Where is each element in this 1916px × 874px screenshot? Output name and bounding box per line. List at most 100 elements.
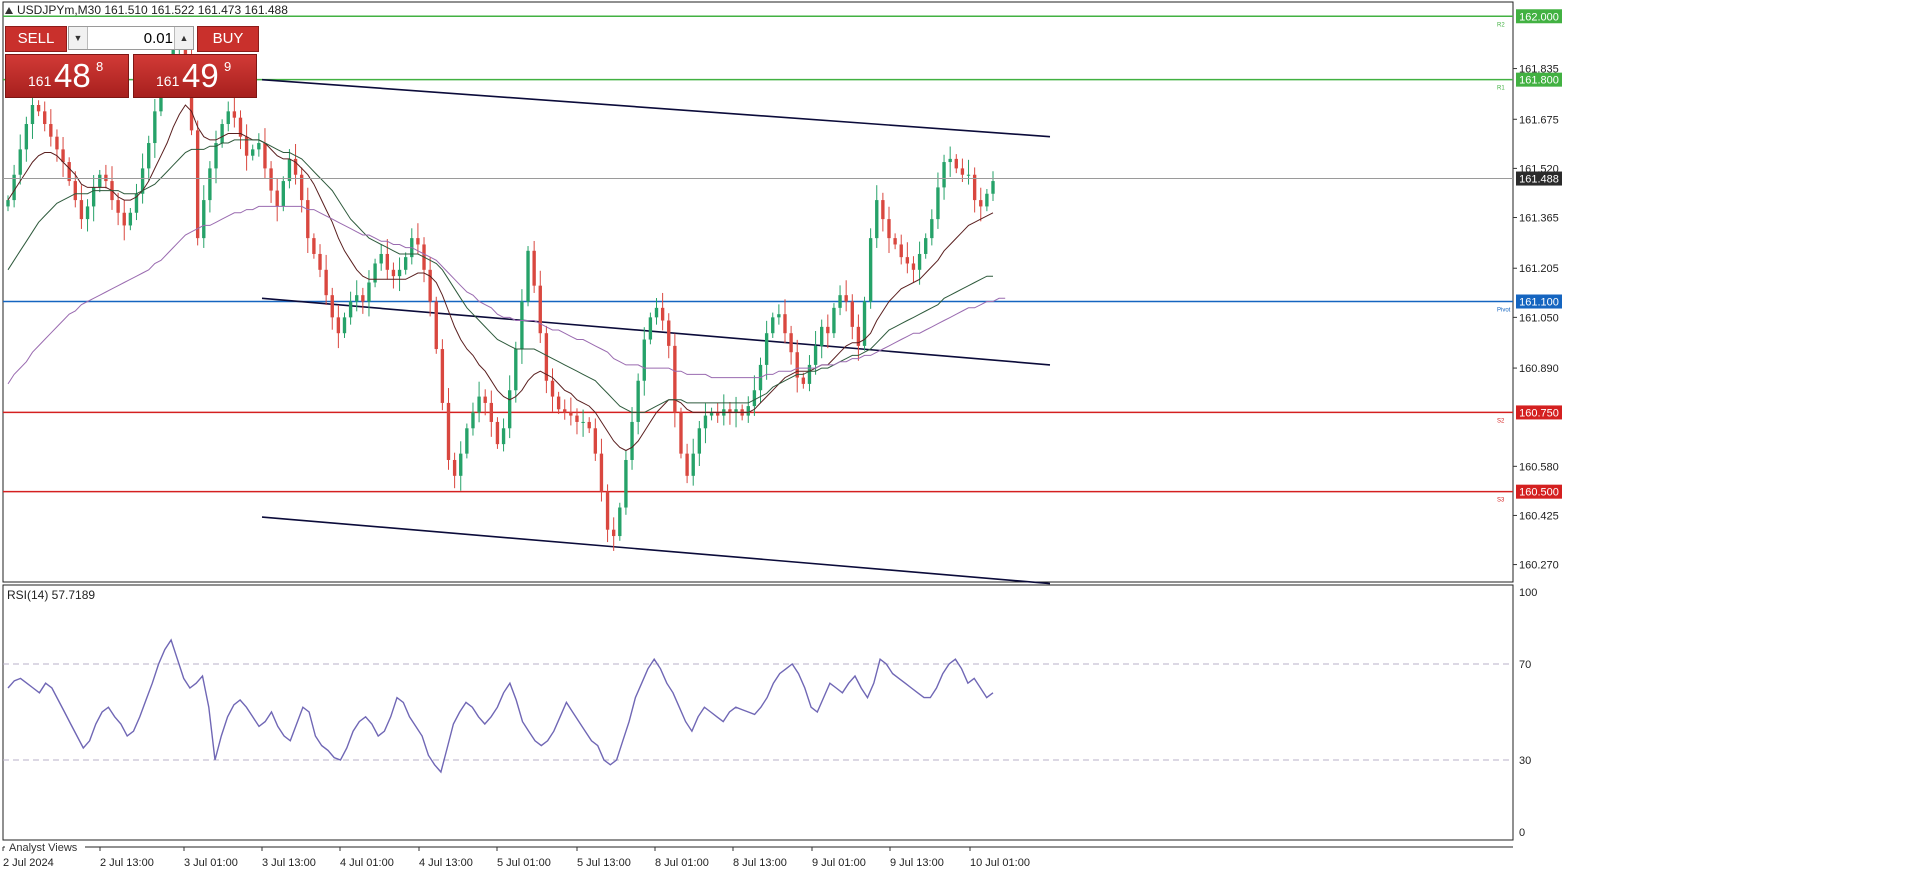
level-tag: R1 — [1497, 86, 1505, 92]
candle-body — [924, 238, 928, 254]
candle-body — [281, 181, 285, 207]
candle-body — [697, 428, 702, 454]
candle-body — [477, 396, 481, 413]
candle-body — [832, 307, 836, 334]
candle-body — [820, 326, 824, 346]
candle-body — [202, 200, 206, 239]
moving-average-line — [7, 139, 993, 413]
candle-body — [489, 402, 494, 422]
candle-body — [263, 143, 267, 169]
candle-body — [330, 295, 334, 318]
candle-body — [403, 257, 408, 270]
candle-body — [685, 453, 689, 476]
candle-body — [220, 124, 224, 144]
candle-body — [660, 307, 665, 321]
time-tick-label: 2 Jul 2024 — [3, 857, 54, 869]
triangle-up-icon[interactable] — [5, 7, 13, 14]
price-tick-label: 160.890 — [1519, 363, 1559, 375]
candle-body — [991, 181, 995, 194]
candle-body — [868, 238, 873, 302]
rsi-line — [7, 638, 994, 774]
candle-body — [18, 149, 22, 175]
price-tick-label: 160.270 — [1519, 560, 1559, 572]
candle-body — [636, 380, 640, 422]
candle-body — [24, 124, 29, 150]
candle-body — [6, 200, 10, 207]
lot-increase-icon[interactable]: ▲ — [174, 27, 193, 49]
trend-channel-line[interactable] — [261, 516, 1051, 585]
candle-body — [30, 105, 35, 125]
analyst-views-tab[interactable]: Analyst Views — [9, 842, 78, 854]
buy-price-button[interactable]: 161 49 9 — [133, 54, 257, 98]
candle-body — [98, 174, 102, 188]
lot-decrease-icon[interactable]: ▼ — [69, 27, 88, 49]
candle-body — [483, 396, 487, 403]
candle-body — [826, 326, 830, 334]
time-tick-label: 4 Jul 13:00 — [419, 857, 473, 869]
candle-body — [495, 421, 500, 445]
price-tick-label: 161.365 — [1519, 213, 1559, 225]
candle-body — [654, 307, 659, 318]
time-tick-label: 5 Jul 01:00 — [497, 857, 551, 869]
trading-chart[interactable]: R2 R1 Pivot S2 S3 162.000 161.800 161.100 160.7… — [0, 0, 1916, 874]
candlesticks — [6, 29, 995, 551]
candle-body — [269, 168, 273, 191]
candle-body — [312, 238, 316, 254]
candle-body — [336, 317, 341, 334]
sell-price-button[interactable]: 161 48 8 — [5, 54, 129, 98]
candle-body — [581, 421, 585, 423]
candle-body — [795, 352, 799, 378]
candle-body — [930, 219, 934, 239]
sell-button[interactable]: SELL — [5, 26, 67, 52]
candle-body — [599, 453, 604, 492]
candle-body — [195, 130, 200, 239]
candle-body — [783, 314, 787, 334]
level-tag: S3 — [1497, 498, 1505, 504]
buy-price-sup: 9 — [224, 59, 232, 74]
candle-body — [691, 453, 695, 476]
candle-body — [764, 333, 769, 365]
candle-body — [905, 257, 910, 264]
time-axis[interactable]: 2 Jul 2024 2 Jul 13:00 3 Jul 01:00 3 Jul 13… — [2, 847, 1030, 869]
candle-body — [128, 212, 133, 226]
time-tick-label: 3 Jul 13:00 — [262, 857, 316, 869]
candle-body — [624, 459, 628, 508]
price-tick-label: 161.835 — [1519, 64, 1559, 76]
lot-size-input[interactable] — [89, 28, 173, 48]
time-tick-label: 9 Jul 13:00 — [890, 857, 944, 869]
time-tick-label: 8 Jul 01:00 — [655, 857, 709, 869]
price-axis[interactable]: 162.000 161.800 161.100 160.750 160.500 161.8… — [1513, 9, 1562, 572]
candle-body — [667, 320, 671, 346]
candle-body — [532, 250, 536, 286]
candle-body — [367, 282, 371, 302]
candle-body — [251, 149, 255, 156]
candle-body — [318, 253, 322, 270]
candle-body — [514, 349, 518, 391]
moving-average-line — [7, 205, 1006, 385]
candle-body — [397, 269, 402, 277]
candle-body — [801, 377, 806, 384]
candle-body — [153, 111, 157, 144]
candle-body — [911, 263, 916, 270]
candle-body — [385, 253, 389, 270]
candle-body — [612, 529, 616, 537]
price-tick-label: 161.675 — [1519, 114, 1559, 126]
candle-body — [948, 158, 952, 163]
candle-body — [434, 301, 438, 350]
rsi-tick-label: 30 — [1519, 755, 1531, 767]
candle-body — [501, 428, 506, 445]
candle-body — [116, 200, 120, 213]
trend-channel-line[interactable] — [261, 78, 1051, 138]
price-tick-label: 161.050 — [1519, 312, 1559, 324]
trend-channel[interactable] — [261, 78, 1051, 585]
candle-body — [587, 421, 591, 429]
time-tick-label: 9 Jul 01:00 — [812, 857, 866, 869]
buy-price-big: 49 — [182, 57, 219, 94]
buy-button[interactable]: BUY — [197, 26, 259, 52]
candle-body — [960, 168, 965, 175]
candle-body — [36, 105, 41, 112]
candle-body — [838, 295, 842, 308]
candle-body — [507, 390, 512, 429]
candle-body — [899, 244, 903, 258]
candle-body — [966, 174, 971, 176]
